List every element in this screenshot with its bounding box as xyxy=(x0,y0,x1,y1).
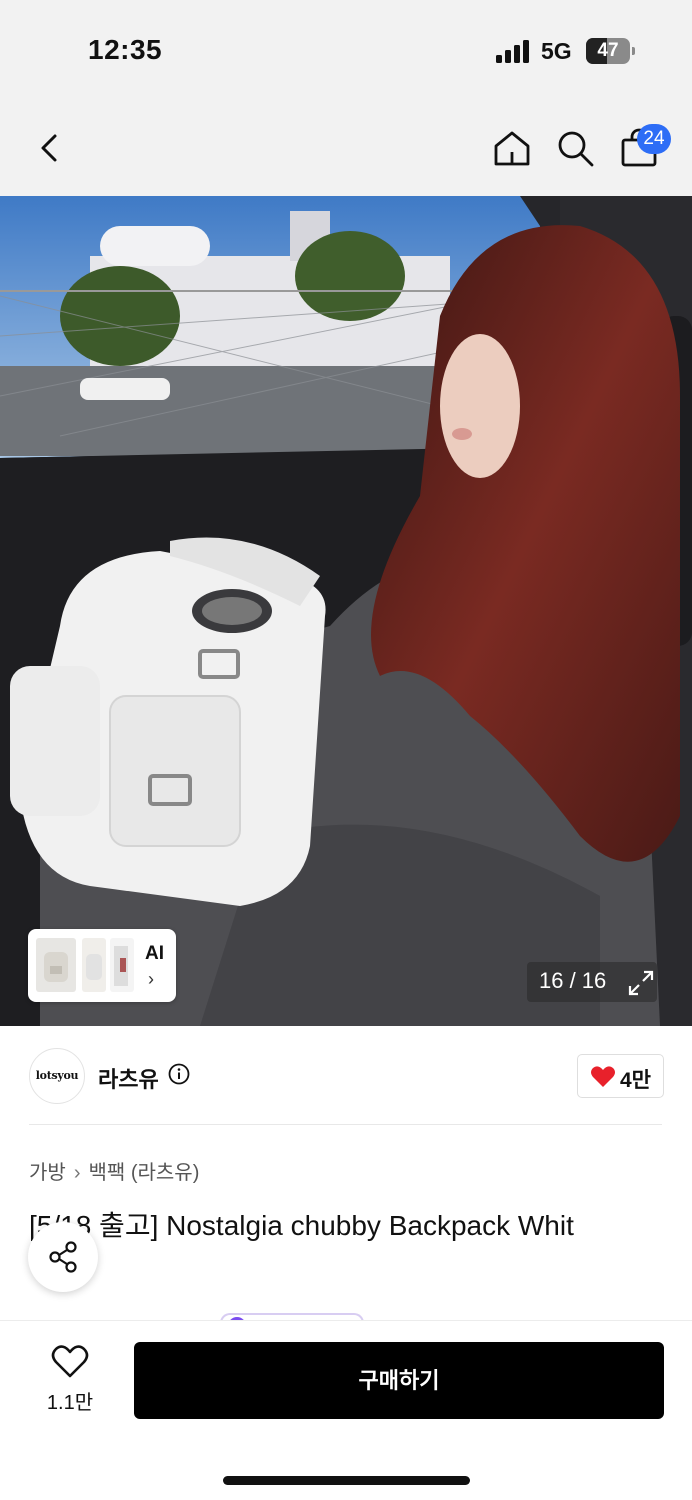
network-label: 5G xyxy=(541,38,572,64)
top-nav-bar xyxy=(0,100,692,196)
info-icon[interactable] xyxy=(168,1063,190,1085)
ai-label: AI xyxy=(145,943,164,964)
ai-similar-items-chip[interactable]: AI › xyxy=(28,929,176,1002)
product-title: [5/18 출고] Nostalgia chubby Backpack Whit xyxy=(29,1210,574,1241)
chevron-right-icon: › xyxy=(73,1162,81,1184)
home-icon[interactable] xyxy=(492,128,532,168)
product-photo-illustration xyxy=(0,196,692,1026)
signal-icon xyxy=(496,40,529,63)
home-indicator xyxy=(223,1476,470,1485)
similar-thumb-1 xyxy=(36,938,76,992)
heart-filled-icon xyxy=(591,1066,615,1087)
breadcrumb: 가방 › 백팩 (라츠유) xyxy=(29,1156,199,1185)
battery-level: 47 xyxy=(597,40,619,61)
search-icon[interactable] xyxy=(555,128,595,168)
chevron-right-icon: › xyxy=(148,969,154,989)
seller-name[interactable]: 라츠유 xyxy=(98,1062,159,1094)
status-time: 12:35 xyxy=(88,34,163,65)
similar-thumb-3 xyxy=(110,938,134,992)
buy-button[interactable]: 구매하기 xyxy=(134,1342,664,1419)
back-icon[interactable] xyxy=(30,128,70,168)
divider xyxy=(29,1124,662,1125)
breadcrumb-subcategory[interactable]: 백팩 (라츠유) xyxy=(88,1156,199,1185)
share-icon xyxy=(49,1241,77,1273)
heart-outline-icon[interactable] xyxy=(51,1345,89,1379)
image-pager: 16 / 16 xyxy=(527,962,657,1002)
similar-thumb-2 xyxy=(82,938,106,992)
cart-count-badge: 24 xyxy=(637,124,671,154)
image-counter: 16 / 16 xyxy=(539,968,607,993)
seller-logo[interactable]: lotsyou xyxy=(29,1048,85,1104)
store-like-count: 4만 xyxy=(620,1069,651,1092)
wishlist-count: 1.1만 xyxy=(46,1392,94,1414)
battery-icon: 47 xyxy=(586,38,636,64)
share-button[interactable] xyxy=(28,1222,98,1292)
breadcrumb-category[interactable]: 가방 xyxy=(29,1156,66,1185)
store-like-button[interactable]: 4만 xyxy=(577,1054,664,1098)
expand-icon[interactable] xyxy=(627,969,655,997)
product-photo[interactable] xyxy=(0,196,692,1026)
